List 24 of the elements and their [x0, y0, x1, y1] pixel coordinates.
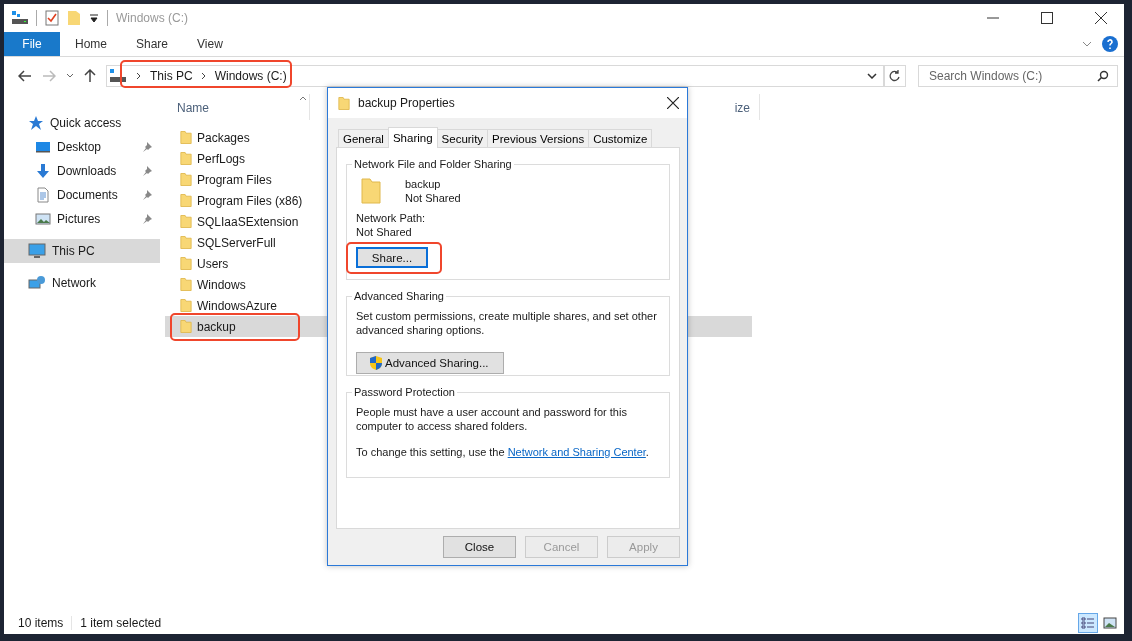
- group-heading: Network File and Folder Sharing: [353, 158, 513, 170]
- folder-name: backup: [405, 178, 442, 190]
- file-name: Packages: [197, 130, 250, 145]
- file-name: SQLServerFull: [197, 235, 276, 250]
- password-protection-description: People must have a user account and password for this computer to access shared folders.: [356, 406, 628, 434]
- network-path-value: Not Shared: [356, 226, 413, 238]
- network-path-label: Network Path:: [356, 212, 427, 224]
- file-name: PerfLogs: [197, 151, 246, 166]
- file-name: backup: [197, 319, 236, 334]
- group-heading: Advanced Sharing: [353, 290, 445, 302]
- file-name: Program Files (x86): [197, 193, 303, 208]
- file-name: SQLIaaSExtension: [197, 214, 299, 229]
- advanced-sharing-description: Set custom permissions, create multiple shares, and set other advanced sharing options.: [356, 310, 658, 338]
- selection-count: 1 item selected: [80, 616, 162, 630]
- file-name: WindowsAzure: [197, 298, 278, 313]
- window-title: Windows (C:): [116, 11, 188, 25]
- file-name: Program Files: [197, 172, 272, 187]
- share-status: Not Shared: [405, 192, 461, 204]
- file-name: Users: [197, 256, 229, 271]
- item-count: 10 items: [18, 616, 64, 630]
- file-name: Windows: [197, 277, 246, 292]
- settings-note: To change this setting, use the Network and Sharing Center.: [356, 445, 650, 460]
- dialog-title: backup Properties: [358, 96, 455, 110]
- group-heading: Password Protection: [353, 386, 456, 398]
